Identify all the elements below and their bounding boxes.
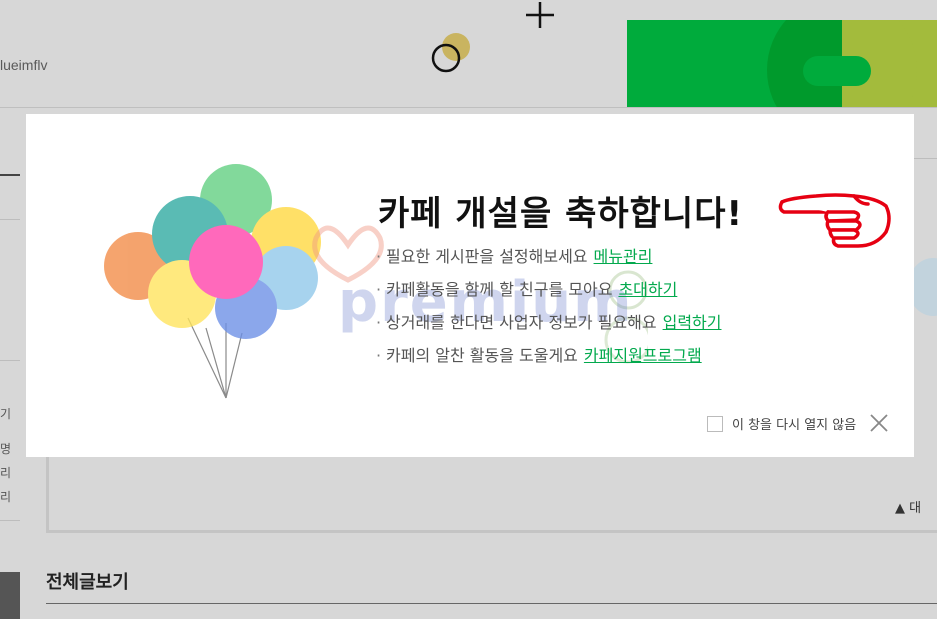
dont-show-label: 이 창을 다시 열지 않음	[732, 418, 857, 433]
pointing-hand-icon	[778, 193, 891, 248]
close-icon[interactable]	[868, 412, 890, 434]
tip-text: 필요한 게시판을 설정해보세요	[386, 247, 588, 266]
dont-show-checkbox[interactable]	[707, 415, 723, 432]
list-item: · 상거래를 한다면 사업자 정보가 필요해요 입력하기	[376, 313, 722, 332]
sidebar-block	[0, 572, 20, 619]
dont-show-again[interactable]: 이 창을 다시 열지 않음	[707, 414, 856, 433]
tips-list: · 필요한 게시판을 설정해보세요 메뉴관리 · 카페활동을 함께 할 친구를 모아요…	[376, 246, 721, 378]
list-item: · 카페활동을 함께 할 친구를 모아요 초대하기	[376, 280, 678, 299]
sidebar-text: 리	[0, 490, 12, 504]
left-divider	[0, 520, 20, 521]
popup-title: 카페 개설을 축하합니다!	[378, 194, 743, 234]
list-item: · 카페의 알찬 활동을 도울게요 카페지원프로그램	[376, 346, 702, 365]
sidebar-text: 리	[0, 466, 12, 480]
balloons-illustration	[104, 164, 321, 399]
tip-text: 상거래를 한다면 사업자 정보가 필요해요	[386, 313, 657, 332]
header-divider	[0, 107, 937, 108]
support-program-link[interactable]: 카페지원프로그램	[584, 346, 702, 365]
divider	[912, 158, 937, 159]
business-info-link[interactable]: 입력하기	[663, 313, 722, 332]
cafe-banner	[627, 20, 937, 108]
tip-text: 카페활동을 함께 할 친구를 모아요	[386, 280, 613, 299]
left-divider	[0, 174, 20, 176]
all-posts-title: 전체글보기	[46, 572, 129, 593]
deco-circle-icon	[431, 33, 470, 73]
cafe-id-label: lueimflv	[0, 57, 48, 73]
plus-icon	[526, 2, 554, 28]
welcome-popup: 카페 개설을 축하합니다! premium · 필요한 게시판을 설정해보세요 메뉴…	[26, 114, 914, 457]
sidebar-text: 명	[0, 442, 12, 456]
left-divider	[0, 219, 20, 220]
sort-toggle[interactable]: ▲ 대	[895, 497, 921, 516]
left-divider	[0, 360, 20, 361]
section-divider	[46, 603, 937, 604]
tip-text: 카페의 알찬 활동을 도울게요	[386, 346, 578, 365]
menu-manage-link[interactable]: 메뉴관리	[594, 247, 653, 266]
list-item: · 필요한 게시판을 설정해보세요 메뉴관리	[376, 247, 653, 266]
sidebar-text: 기	[0, 407, 12, 421]
invite-link[interactable]: 초대하기	[618, 280, 677, 299]
